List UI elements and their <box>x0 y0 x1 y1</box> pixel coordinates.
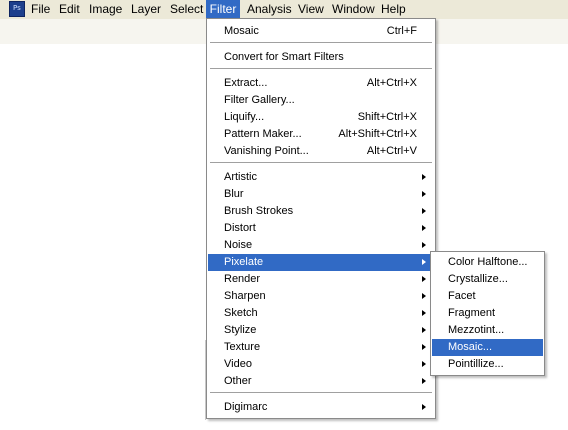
submenu-arrow-icon <box>422 276 426 282</box>
menu-separator <box>210 42 432 44</box>
filter-menu: Mosaic Ctrl+F Convert for Smart Filters … <box>206 18 436 419</box>
category-texture[interactable]: Texture <box>208 339 434 356</box>
category-label: Texture <box>224 341 261 353</box>
menu-select[interactable]: Select <box>170 0 203 19</box>
liquify-shortcut: Shift+Ctrl+X <box>357 111 417 123</box>
submenu-item-label: Mosaic... <box>448 341 493 353</box>
submenu-arrow-icon <box>422 174 426 180</box>
category-sketch[interactable]: Sketch <box>208 305 434 322</box>
filter-gallery-item[interactable]: Filter Gallery... <box>208 92 434 109</box>
category-label: Artistic <box>224 171 257 183</box>
pattern-maker-item[interactable]: Pattern Maker... Alt+Shift+Ctrl+X <box>208 126 434 143</box>
extract-label: Extract... <box>224 77 268 89</box>
extract-shortcut: Alt+Ctrl+X <box>366 77 417 89</box>
submenu-arrow-icon <box>422 327 426 333</box>
submenu-arrow-icon <box>422 242 426 248</box>
menu-analysis[interactable]: Analysis <box>247 0 292 19</box>
category-label: Noise <box>224 239 253 251</box>
category-brush-strokes[interactable]: Brush Strokes <box>208 203 434 220</box>
menu-layer[interactable]: Layer <box>131 0 161 19</box>
pixelate-mosaic[interactable]: Mosaic... <box>432 339 543 356</box>
submenu-arrow-icon <box>422 310 426 316</box>
liquify-label: Liquify... <box>224 111 265 123</box>
pixelate-pointillize[interactable]: Pointillize... <box>432 356 543 373</box>
category-pixelate[interactable]: Pixelate <box>208 254 434 271</box>
menu-bar: File Edit Image Layer Select Filter Anal… <box>0 0 568 19</box>
submenu-arrow-icon <box>422 225 426 231</box>
category-label: Stylize <box>224 324 257 336</box>
pixelate-crystallize[interactable]: Crystallize... <box>432 271 543 288</box>
category-distort[interactable]: Distort <box>208 220 434 237</box>
category-label: Brush Strokes <box>224 205 294 217</box>
pixelate-color-halftone[interactable]: Color Halftone... <box>432 254 543 271</box>
menu-separator <box>210 68 432 70</box>
vanishing-point-label: Vanishing Point... <box>224 145 309 157</box>
submenu-arrow-icon <box>422 259 426 265</box>
category-label: Sharpen <box>224 290 266 302</box>
last-filter-shortcut: Ctrl+F <box>386 25 417 37</box>
menu-help[interactable]: Help <box>381 0 406 19</box>
menu-separator <box>210 162 432 164</box>
submenu-item-label: Color Halftone... <box>448 256 528 268</box>
pixelate-fragment[interactable]: Fragment <box>432 305 543 322</box>
category-blur[interactable]: Blur <box>208 186 434 203</box>
category-render[interactable]: Render <box>208 271 434 288</box>
category-video[interactable]: Video <box>208 356 434 373</box>
submenu-arrow-icon <box>422 293 426 299</box>
menu-file[interactable]: File <box>31 0 50 19</box>
submenu-item-label: Fragment <box>448 307 496 319</box>
menu-filter[interactable]: Filter <box>206 0 240 19</box>
convert-smart-filters-item[interactable]: Convert for Smart Filters <box>208 49 434 66</box>
vanishing-point-shortcut: Alt+Ctrl+V <box>366 145 417 157</box>
submenu-item-label: Mezzotint... <box>448 324 505 336</box>
menu-window[interactable]: Window <box>332 0 375 19</box>
filter-gallery-label: Filter Gallery... <box>224 94 295 106</box>
menu-view[interactable]: View <box>298 0 324 19</box>
category-noise[interactable]: Noise <box>208 237 434 254</box>
menu-image[interactable]: Image <box>89 0 122 19</box>
category-label: Blur <box>224 188 244 200</box>
category-label: Render <box>224 273 261 285</box>
menu-separator <box>210 392 432 394</box>
category-sharpen[interactable]: Sharpen <box>208 288 434 305</box>
category-other[interactable]: Other <box>208 373 434 390</box>
submenu-arrow-icon <box>422 191 426 197</box>
plugin-label: Digimarc <box>224 401 268 413</box>
pixelate-facet[interactable]: Facet <box>432 288 543 305</box>
pattern-maker-shortcut: Alt+Shift+Ctrl+X <box>338 128 417 140</box>
category-label: Other <box>224 375 252 387</box>
category-label: Sketch <box>224 307 258 319</box>
pixelate-mezzotint[interactable]: Mezzotint... <box>432 322 543 339</box>
pixelate-submenu: Color Halftone... Crystallize... Facet F… <box>430 251 545 376</box>
category-stylize[interactable]: Stylize <box>208 322 434 339</box>
plugin-digimarc[interactable]: Digimarc <box>208 399 434 416</box>
submenu-arrow-icon <box>422 404 426 410</box>
submenu-arrow-icon <box>422 344 426 350</box>
submenu-item-label: Facet <box>448 290 476 302</box>
last-filter-label: Mosaic <box>224 25 259 37</box>
submenu-arrow-icon <box>422 208 426 214</box>
vanishing-point-item[interactable]: Vanishing Point... Alt+Ctrl+V <box>208 143 434 160</box>
convert-smart-filters-label: Convert for Smart Filters <box>224 51 344 63</box>
pattern-maker-label: Pattern Maker... <box>224 128 302 140</box>
category-label: Distort <box>224 222 256 234</box>
menu-edit[interactable]: Edit <box>59 0 80 19</box>
liquify-item[interactable]: Liquify... Shift+Ctrl+X <box>208 109 434 126</box>
category-label: Video <box>224 358 252 370</box>
submenu-arrow-icon <box>422 361 426 367</box>
last-filter-item[interactable]: Mosaic Ctrl+F <box>208 23 434 40</box>
submenu-item-label: Crystallize... <box>448 273 508 285</box>
category-label: Pixelate <box>224 256 264 268</box>
extract-item[interactable]: Extract... Alt+Ctrl+X <box>208 75 434 92</box>
photoshop-app-icon[interactable] <box>9 1 25 17</box>
category-artistic[interactable]: Artistic <box>208 169 434 186</box>
submenu-item-label: Pointillize... <box>448 358 504 370</box>
submenu-arrow-icon <box>422 378 426 384</box>
